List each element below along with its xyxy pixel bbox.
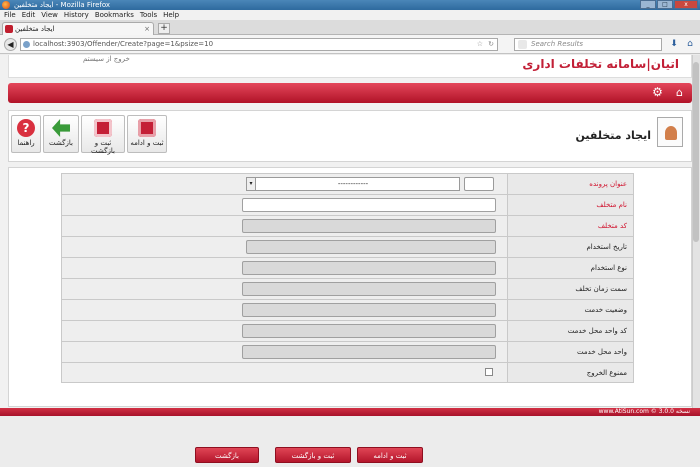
page-toolbar: ثبت و ادامه ثبت و بازگشت بازگشت ? راهنما… <box>8 110 692 162</box>
form-row-service-status: وضعیت خدمت <box>61 299 634 320</box>
form-row-travel-ban: ممنوع الخروج <box>61 362 634 383</box>
menu-help[interactable]: Help <box>163 10 179 20</box>
save-back-icon <box>94 119 112 137</box>
bookmark-star-icon[interactable]: ☆ <box>477 39 483 50</box>
save-back-action-button[interactable]: ثبت و بازگشت <box>275 447 351 463</box>
form-row-employment-type: نوع استخدام <box>61 257 634 278</box>
field-label: واحد محل خدمت <box>507 342 633 362</box>
offender-icon <box>657 117 683 147</box>
page-title: ایجاد متخلفین <box>575 129 651 142</box>
offender-name-input[interactable] <box>242 198 496 212</box>
field-label: سمت زمان تخلف <box>507 279 633 299</box>
close-window-button[interactable]: x <box>674 0 698 9</box>
back-button[interactable]: بازگشت <box>43 115 79 153</box>
case-title-select[interactable]: ▾ ------------ <box>246 177 460 191</box>
unit-code-input[interactable] <box>242 324 496 338</box>
maximize-button[interactable]: □ <box>657 0 673 9</box>
scrollbar-thumb[interactable] <box>693 62 699 242</box>
downloads-icon[interactable]: ⬇ <box>668 38 680 50</box>
site-banner: اتیان|سامانه تخلفات اداری خروج از سیستم <box>8 55 692 78</box>
field-label: تاریخ استخدام <box>507 237 633 257</box>
offender-form: ▾ ------------ عنوان پرونده نام متخلف کد… <box>8 167 692 463</box>
hire-date-input[interactable] <box>246 240 496 254</box>
case-title-code-input[interactable] <box>464 177 494 191</box>
menu-tools[interactable]: Tools <box>140 10 157 20</box>
firefox-icon <box>2 1 10 9</box>
save-back-button[interactable]: ثبت و بازگشت <box>81 115 125 155</box>
search-engine-icon[interactable] <box>518 40 527 49</box>
offender-code-input[interactable] <box>242 219 496 233</box>
site-identity-icon[interactable] <box>23 41 30 48</box>
minimize-button[interactable]: _ <box>640 0 656 9</box>
field-label: نوع استخدام <box>507 258 633 278</box>
save-icon <box>138 119 156 137</box>
reload-icon[interactable]: ↻ <box>488 39 494 50</box>
new-tab-button[interactable]: + <box>158 23 170 34</box>
gear-icon[interactable]: ⚙ <box>651 86 664 99</box>
web-page: اتیان|سامانه تخلفات اداری خروج از سیستم … <box>0 55 700 463</box>
back-action-button[interactable]: بازگشت <box>195 447 259 463</box>
menu-edit[interactable]: Edit <box>22 10 36 20</box>
tab-label: ایجاد متخلفین <box>15 25 55 33</box>
menu-bar: File Edit View History Bookmarks Tools H… <box>0 10 700 20</box>
home-icon[interactable]: ⌂ <box>673 86 686 99</box>
help-label: راهنما <box>17 139 35 147</box>
back-label: بازگشت <box>49 139 73 147</box>
save-continue-label: ثبت و ادامه <box>130 139 164 147</box>
case-title-select-value: ------------ <box>337 180 369 188</box>
form-actions: ثبت و ادامه ثبت و بازگشت بازگشت <box>9 447 693 467</box>
close-tab-icon[interactable]: × <box>144 23 150 35</box>
main-navigation-bar: ⚙ ⌂ <box>8 83 692 103</box>
form-row-unit-code: کد واحد محل خدمت <box>61 320 634 341</box>
window-title-bar: ایجاد متخلفین - Mozilla Firefox _ □ x <box>0 0 700 10</box>
save-continue-button[interactable]: ثبت و ادامه <box>127 115 167 153</box>
employment-type-input[interactable] <box>242 261 496 275</box>
travel-ban-checkbox[interactable] <box>485 368 493 376</box>
field-label: وضعیت خدمت <box>507 300 633 320</box>
service-status-input[interactable] <box>242 303 496 317</box>
url-text: localhost:3903/Offender/Create?page=1&ps… <box>33 40 214 48</box>
page-favicon <box>5 25 13 33</box>
field-label: ممنوع الخروج <box>507 363 633 382</box>
field-label: عنوان پرونده <box>507 174 633 194</box>
save-continue-action-button[interactable]: ثبت و ادامه <box>357 447 423 463</box>
unit-input[interactable] <box>242 345 496 359</box>
tab-strip: ایجاد متخلفین × + <box>0 20 700 35</box>
form-row-offender-code: کد متخلف <box>61 215 634 236</box>
field-label: کد واحد محل خدمت <box>507 321 633 341</box>
menu-bookmarks[interactable]: Bookmarks <box>95 10 134 20</box>
footer-text: www.AtiSun.com © نسخه 3.0.0 <box>598 408 690 415</box>
form-row-position: سمت زمان تخلف <box>61 278 634 299</box>
window-controls: _ □ x <box>640 0 698 10</box>
field-label: نام متخلف <box>507 195 633 215</box>
tab-create-offender[interactable]: ایجاد متخلفین × <box>2 22 154 35</box>
save-back-label: ثبت و بازگشت <box>91 139 115 155</box>
form-row-offender-name: نام متخلف <box>61 194 634 215</box>
search-placeholder: Search Results <box>531 40 584 48</box>
chevron-down-icon: ▾ <box>247 178 256 190</box>
search-input[interactable]: Search Results <box>514 38 662 51</box>
menu-view[interactable]: View <box>41 10 58 20</box>
window-title: ایجاد متخلفین - Mozilla Firefox <box>14 1 111 9</box>
form-row-hire-date: تاریخ استخدام <box>61 236 634 257</box>
brand-title: اتیان|سامانه تخلفات اداری <box>522 57 679 71</box>
back-icon[interactable]: ◀ <box>4 38 17 51</box>
back-arrow-icon <box>52 119 70 137</box>
logout-link[interactable]: خروج از سیستم <box>83 55 130 63</box>
home-icon[interactable]: ⌂ <box>684 38 696 50</box>
form-row-unit: واحد محل خدمت <box>61 341 634 362</box>
url-bar[interactable]: localhost:3903/Offender/Create?page=1&ps… <box>20 38 498 51</box>
help-button[interactable]: ? راهنما <box>11 115 41 153</box>
form-row-case-title: ▾ ------------ عنوان پرونده <box>61 173 634 194</box>
field-label: کد متخلف <box>507 216 633 236</box>
navigation-bar: ◀ localhost:3903/Offender/Create?page=1&… <box>0 35 700 54</box>
menu-history[interactable]: History <box>64 10 89 20</box>
menu-file[interactable]: File <box>4 10 16 20</box>
form-table: ▾ ------------ عنوان پرونده نام متخلف کد… <box>61 173 634 383</box>
position-input[interactable] <box>242 282 496 296</box>
page-footer: www.AtiSun.com © نسخه 3.0.0 <box>0 408 700 416</box>
help-icon: ? <box>17 119 35 137</box>
